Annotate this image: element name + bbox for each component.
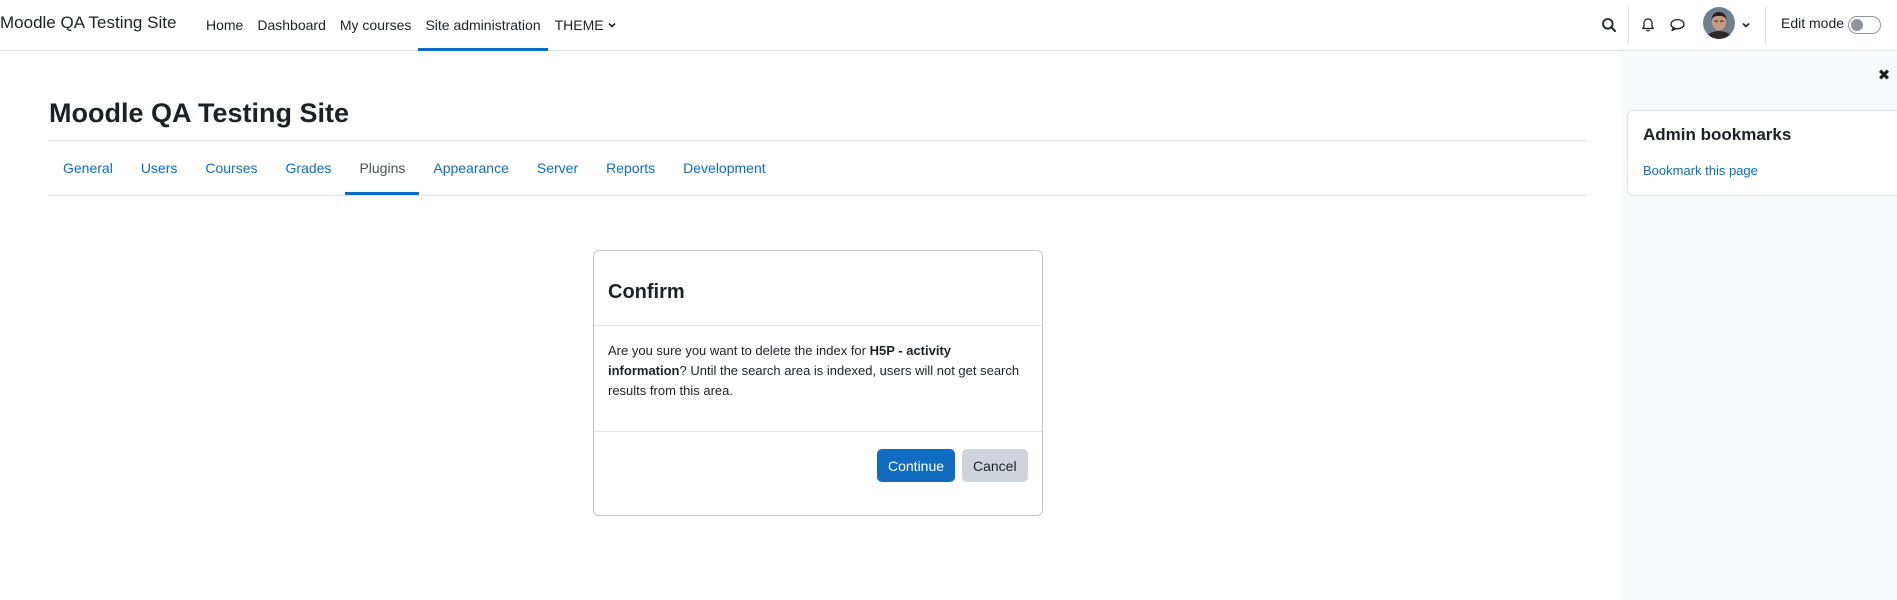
- dialog-header-divider: [594, 325, 1042, 326]
- nav-item-label: Dashboard: [257, 17, 326, 33]
- nav-item-site-administration[interactable]: Site administration: [418, 0, 548, 51]
- close-drawer-icon[interactable]: ✖: [1874, 65, 1894, 85]
- continue-button[interactable]: Continue: [877, 449, 956, 482]
- dialog-message-text: Are you sure you want to delete the inde…: [608, 343, 870, 358]
- tab-label: Development: [683, 160, 766, 176]
- block-title: Admin bookmarks: [1643, 125, 1792, 144]
- tab-server[interactable]: Server: [523, 141, 592, 195]
- primary-navigation: Home Dashboard My courses Site administr…: [199, 0, 624, 51]
- nav-item-my-courses[interactable]: My courses: [333, 0, 419, 50]
- chevron-down-icon: [608, 22, 616, 28]
- admin-secondary-navigation: General Users Courses Grades Plugins App…: [49, 141, 780, 195]
- user-menu-chevron-down-icon[interactable]: [1734, 13, 1758, 37]
- tab-grades[interactable]: Grades: [272, 141, 346, 195]
- tab-label: Users: [140, 160, 178, 176]
- tab-label: General: [63, 160, 113, 176]
- navbar-divider: [1628, 6, 1629, 44]
- nav-item-label: THEME: [554, 17, 604, 33]
- edit-mode-label: Edit mode: [1781, 15, 1845, 31]
- tab-users[interactable]: Users: [127, 141, 192, 195]
- dialog-message: Are you sure you want to delete the inde…: [608, 341, 1028, 401]
- tab-appearance[interactable]: Appearance: [419, 141, 523, 195]
- dialog-footer-divider: [594, 431, 1042, 432]
- nav-item-label: Site administration: [425, 17, 541, 33]
- tab-courses[interactable]: Courses: [191, 141, 271, 195]
- edit-mode-toggle[interactable]: [1848, 16, 1881, 34]
- tab-general[interactable]: General: [49, 141, 127, 195]
- dialog-title: Confirm: [608, 281, 685, 303]
- tab-reports[interactable]: Reports: [592, 141, 669, 195]
- nav-item-label: Home: [206, 17, 244, 33]
- tab-plugins[interactable]: Plugins: [345, 141, 420, 195]
- admin-bookmarks-block: Admin bookmarks Bookmark this page: [1627, 110, 1897, 196]
- search-icon[interactable]: [1597, 13, 1621, 37]
- tab-label: Reports: [606, 160, 656, 176]
- nav-item-dashboard[interactable]: Dashboard: [250, 0, 333, 50]
- tab-label: Grades: [285, 160, 332, 176]
- chat-bubble-icon[interactable]: [1665, 13, 1689, 37]
- right-block-drawer: ✖ Admin bookmarks Bookmark this page: [1622, 51, 1897, 600]
- nav-item-home[interactable]: Home: [199, 0, 250, 50]
- confirm-dialog: Confirm Are you sure you want to delete …: [593, 250, 1043, 516]
- cancel-button[interactable]: Cancel: [962, 449, 1028, 482]
- page-title: Moodle QA Testing Site: [49, 98, 350, 128]
- nav-item-label: My courses: [339, 17, 412, 33]
- toggle-knob: [1851, 19, 1863, 31]
- nav-item-theme-dropdown[interactable]: THEME: [548, 0, 624, 50]
- tab-label: Appearance: [433, 160, 509, 176]
- site-brand[interactable]: Moodle QA Testing Site: [0, 13, 176, 33]
- tab-label: Plugins: [359, 160, 406, 176]
- user-avatar[interactable]: [1703, 7, 1735, 39]
- bell-icon[interactable]: [1636, 13, 1660, 37]
- tabs-divider: [49, 195, 1586, 196]
- bookmark-this-page-link[interactable]: Bookmark this page: [1643, 163, 1758, 178]
- tab-label: Server: [536, 160, 579, 176]
- top-navbar: Moodle QA Testing Site Home Dashboard My…: [0, 0, 1897, 51]
- navbar-divider: [1765, 6, 1766, 44]
- tab-development[interactable]: Development: [669, 141, 780, 195]
- tab-label: Courses: [205, 160, 258, 176]
